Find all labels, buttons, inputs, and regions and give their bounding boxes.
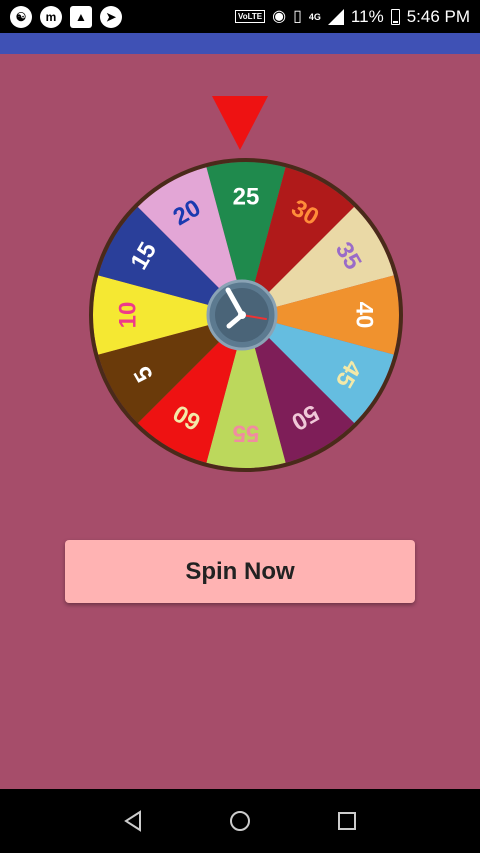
wheel-label-40: 40: [351, 302, 378, 329]
data-type-label: 4G: [308, 11, 321, 22]
home-circle-icon[interactable]: [220, 801, 260, 841]
status-bar: ☯ m ▲ ➤ VoLTE ◉ ▯ 4G 11% 5:46 PM: [0, 0, 480, 33]
navigation-bar: [0, 789, 480, 853]
wheel-label-55: 55: [233, 420, 260, 447]
back-triangle-icon[interactable]: [113, 801, 153, 841]
notification-icons: ☯ m ▲ ➤: [10, 5, 122, 28]
recents-square-icon[interactable]: [327, 801, 367, 841]
prize-wheel[interactable]: 25 30 35 40 45 50 55 60 5 10 15 20: [0, 88, 480, 483]
clock-time: 5:46 PM: [406, 6, 470, 26]
wheel-graphic[interactable]: 25 303540455055605101520: [0, 88, 480, 483]
telegram-icon: ➤: [100, 5, 122, 28]
hotspot-icon: ◉: [272, 7, 287, 25]
battery-icon: [390, 8, 400, 25]
signal-icon: [327, 8, 344, 25]
battery-percentage: 11%: [350, 6, 384, 26]
vibrate-icon: ▯: [293, 7, 302, 25]
messenger-m-icon: m: [40, 5, 62, 28]
spin-now-button[interactable]: Spin Now: [65, 540, 415, 603]
clock-icon[interactable]: [206, 279, 278, 351]
wheel-label-25: 25: [233, 184, 260, 211]
wheel-pointer-icon: [212, 96, 268, 150]
data-saver-icon: ☯: [10, 5, 32, 28]
app-bar: [0, 33, 480, 54]
volte-badge: VoLTE: [234, 10, 266, 23]
gallery-icon: ▲: [70, 5, 92, 28]
wheel-label-10: 10: [115, 302, 142, 329]
